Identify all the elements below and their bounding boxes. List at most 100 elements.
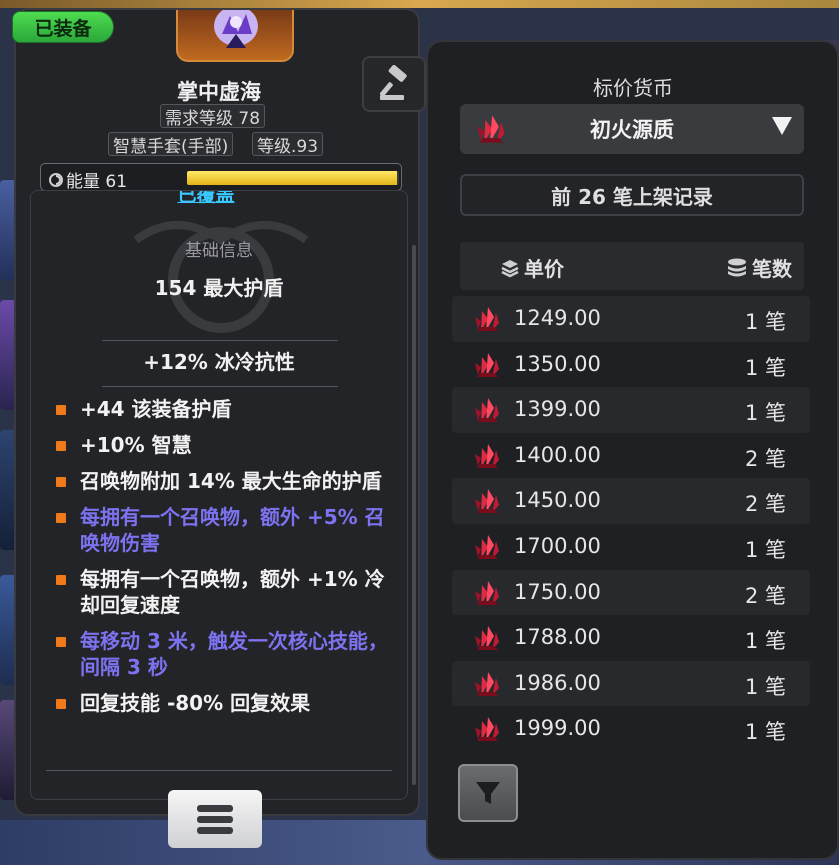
price-row[interactable]: 1399.00 1 笔 — [452, 387, 810, 433]
menu-icon — [197, 804, 233, 812]
row-count: 1 笔 — [744, 401, 786, 426]
menu-icon — [197, 815, 233, 823]
row-price: 1350.00 — [514, 351, 601, 376]
price-row[interactable]: 1986.00 1 笔 — [452, 660, 810, 707]
price-row[interactable]: 1350.00 1 笔 — [452, 342, 810, 388]
bullet-icon — [56, 513, 66, 523]
row-price: 1700.00 — [514, 533, 601, 558]
equipped-badge: 已装备 — [12, 11, 114, 43]
energy-swirl-icon — [49, 172, 63, 187]
col-price-label: 单价 — [524, 257, 564, 281]
filter-icon — [476, 782, 500, 804]
row-count: 2 笔 — [744, 446, 786, 471]
energy-bar: 能量 61 — [40, 163, 402, 192]
item-name: 掌中虚海 — [177, 80, 261, 104]
row-price: 1400.00 — [514, 442, 601, 467]
bullet-icon — [56, 405, 66, 415]
red-crystal-icon — [475, 398, 499, 423]
red-crystal-icon — [475, 626, 499, 651]
red-crystal-icon — [475, 580, 499, 605]
row-count: 2 笔 — [744, 583, 786, 608]
row-count: 1 笔 — [744, 674, 786, 699]
gavel-icon — [379, 65, 407, 100]
divider — [102, 340, 338, 341]
implicit-stat: +12% 冰冷抗性 — [143, 350, 295, 374]
red-crystal-icon — [475, 534, 499, 559]
stack-icon — [501, 259, 519, 277]
red-crystal-icon — [475, 671, 499, 696]
energy-label-wrap: 能量 61 — [49, 167, 127, 192]
affix-text: 每移动 3 米，触发一次核心技能，间隔 3 秒 — [80, 629, 388, 679]
affix-text: 每拥有一个召唤物，额外 +1% 冷却回复速度 — [80, 567, 385, 617]
row-price: 1788.00 — [514, 625, 601, 650]
auction-gavel-button[interactable] — [362, 56, 426, 112]
affix-text: 每拥有一个召唤物，额外 +5% 召唤物伤害 — [80, 505, 385, 555]
glove-item-icon — [214, 10, 258, 48]
affix-line: 每移动 3 米，触发一次核心技能，间隔 3 秒 — [52, 628, 400, 680]
affix-line: +10% 智慧 — [52, 432, 400, 458]
red-crystal-icon — [475, 307, 499, 331]
bullet-icon — [56, 477, 66, 487]
base-info-title: 基础信息 — [185, 241, 253, 261]
row-price: 1999.00 — [514, 716, 601, 741]
base-stat: 154 最大护盾 — [154, 276, 284, 300]
row-count: 1 笔 — [744, 537, 786, 562]
market-price-panel: 标价货币 初火源质 前 26 笔上架记录 单价 笔数 1249.00 1 笔 135… — [426, 40, 839, 860]
price-list: 1249.00 1 笔 1350.00 1 笔 1399.00 1 笔 1400.00 2 笔… — [452, 296, 810, 752]
price-row[interactable]: 1750.00 2 笔 — [452, 569, 810, 616]
red-crystal-icon — [475, 489, 499, 514]
red-crystal-icon — [475, 717, 499, 742]
affix-text: 回复技能 -80% 回复效果 — [80, 691, 311, 715]
row-count: 1 笔 — [744, 355, 786, 380]
affix-line: 回复技能 -80% 回复效果 — [52, 690, 400, 716]
price-row[interactable]: 1999.00 1 笔 — [452, 706, 810, 752]
price-row[interactable]: 1450.00 2 笔 — [452, 478, 810, 524]
bullet-icon — [56, 637, 66, 647]
item-type: 智慧手套(手部) — [108, 132, 234, 157]
affix-text: 召唤物附加 14% 最大生命的护盾 — [80, 469, 382, 493]
affix-line: 每拥有一个召唤物，额外 +1% 冷却回复速度 — [52, 566, 400, 618]
bullet-icon — [56, 699, 66, 709]
price-row[interactable]: 1400.00 2 笔 — [452, 433, 810, 479]
col-price-header[interactable]: 单价 — [500, 253, 564, 282]
item-level: 等级.93 — [252, 132, 324, 157]
listing-records-button[interactable]: 前 26 笔上架记录 — [460, 174, 804, 216]
menu-icon — [197, 826, 233, 834]
energy-label: 能量 61 — [66, 172, 128, 192]
affix-text: +10% 智慧 — [80, 433, 192, 457]
affix-line: 召唤物附加 14% 最大生命的护盾 — [52, 468, 400, 494]
filter-button[interactable] — [458, 764, 518, 822]
row-count: 2 笔 — [744, 492, 786, 517]
row-price: 1450.00 — [514, 488, 601, 513]
affix-text: +44 该装备护盾 — [80, 397, 232, 421]
item-tooltip-panel: 掌中虚海 需求等级 78 智慧手套(手部) 等级.93 能量 61 已覆盖 基础… — [14, 8, 420, 816]
coins-icon — [728, 258, 746, 276]
row-count: 1 笔 — [744, 310, 786, 334]
divider — [46, 770, 392, 771]
divider — [102, 386, 338, 387]
energy-fill — [187, 171, 397, 185]
top-border-strip — [0, 0, 839, 8]
tooltip-scrollbar[interactable] — [412, 245, 416, 785]
bullet-icon — [56, 575, 66, 585]
price-row[interactable]: 1788.00 1 笔 — [452, 615, 810, 661]
row-price: 1986.00 — [514, 670, 601, 695]
required-level: 需求等级 78 — [160, 104, 266, 129]
bullet-icon — [56, 441, 66, 451]
price-row[interactable]: 1700.00 1 笔 — [452, 524, 810, 570]
affix-list: +44 该装备护盾 +10% 智慧 召唤物附加 14% 最大生命的护盾 每拥有一… — [52, 396, 400, 726]
col-count-header[interactable]: 笔数 — [726, 253, 792, 282]
red-crystal-icon — [475, 352, 499, 377]
row-price: 1249.00 — [514, 306, 601, 330]
row-count: 1 笔 — [744, 720, 786, 745]
currency-dropdown[interactable]: 初火源质 — [460, 104, 804, 154]
currency-value: 初火源质 — [590, 118, 674, 142]
affix-line: 每拥有一个召唤物，额外 +5% 召唤物伤害 — [52, 504, 400, 556]
item-image — [176, 10, 294, 62]
row-count: 1 笔 — [744, 629, 786, 654]
col-count-label: 笔数 — [752, 257, 792, 281]
row-price: 1399.00 — [514, 397, 601, 422]
price-row[interactable]: 1249.00 1 笔 — [452, 296, 810, 342]
menu-button[interactable] — [168, 790, 262, 848]
red-crystal-icon — [475, 443, 499, 468]
